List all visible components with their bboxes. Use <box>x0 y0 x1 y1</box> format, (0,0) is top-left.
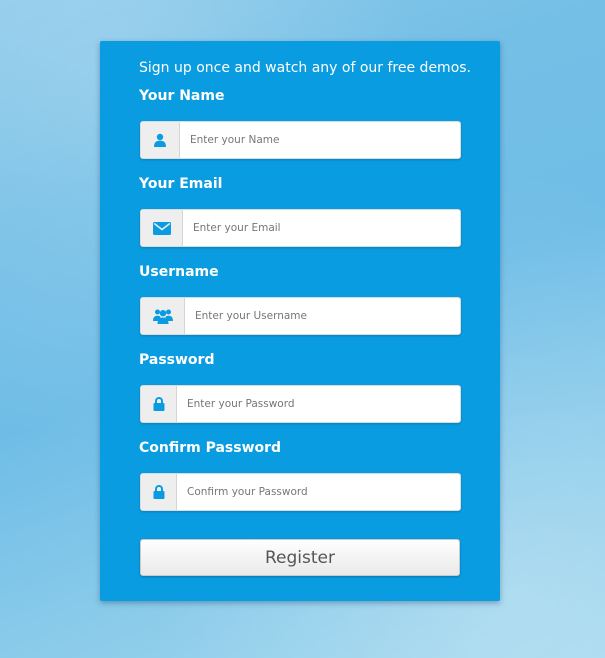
signup-form-panel: Sign up once and watch any of our free d… <box>100 41 500 601</box>
username-input-group <box>140 297 461 335</box>
password-label: Password <box>139 352 215 368</box>
name-input-group <box>140 121 461 159</box>
username-label: Username <box>139 264 219 280</box>
lock-icon <box>141 386 177 422</box>
name-label: Your Name <box>139 88 225 104</box>
users-icon <box>141 298 185 334</box>
email-label: Your Email <box>139 176 223 192</box>
email-input-group <box>140 209 461 247</box>
confirm-password-input[interactable] <box>177 474 460 510</box>
lock-icon <box>141 474 177 510</box>
form-intro-text: Sign up once and watch any of our free d… <box>139 60 472 76</box>
email-input[interactable] <box>183 210 460 246</box>
username-input[interactable] <box>185 298 460 334</box>
password-input-group <box>140 385 461 423</box>
confirm-password-input-group <box>140 473 461 511</box>
confirm-password-label: Confirm Password <box>139 440 282 456</box>
register-button[interactable]: Register <box>140 539 460 576</box>
envelope-icon <box>141 210 183 246</box>
password-input[interactable] <box>177 386 460 422</box>
user-icon <box>141 122 180 158</box>
name-input[interactable] <box>180 122 460 158</box>
